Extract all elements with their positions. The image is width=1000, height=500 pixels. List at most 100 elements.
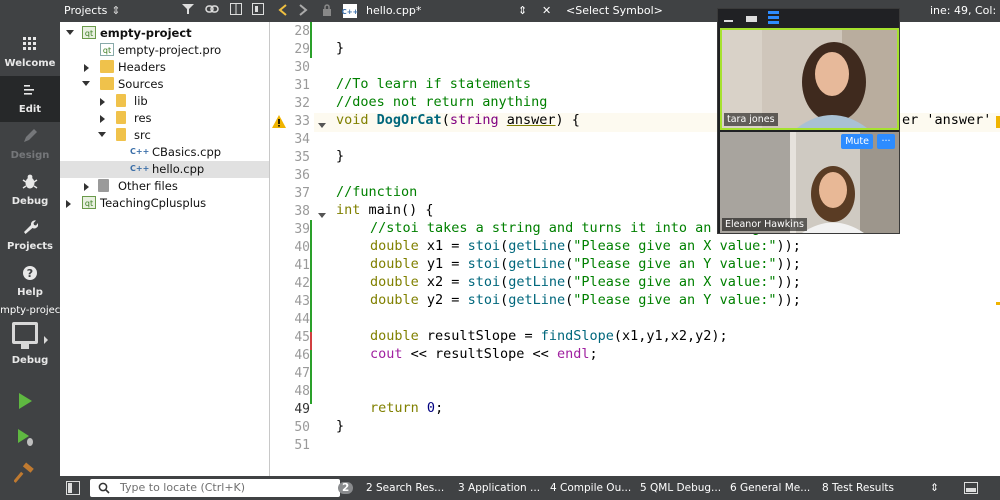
participant-video-1[interactable]: tara jones — [720, 28, 899, 130]
video-call-window[interactable]: tara jones Eleanor Hawkins Mute ··· — [717, 8, 900, 234]
line-number: 28 — [294, 24, 310, 39]
tree-item-hello[interactable]: C++ hello.cpp — [60, 161, 269, 178]
debug-run-button[interactable] — [14, 426, 36, 448]
symbol-selector[interactable]: <Select Symbol> — [566, 4, 663, 17]
punct: ( — [441, 112, 450, 128]
window-mode-icon[interactable] — [746, 13, 758, 27]
cursor-position[interactable]: ine: 49, Col: 14 — [930, 4, 1000, 17]
close-sidebar-icon[interactable] — [250, 3, 266, 19]
mode-help[interactable]: ? Help — [0, 259, 60, 305]
lock-icon[interactable] — [322, 4, 332, 19]
function-name: stoi — [467, 238, 501, 254]
expand-arrow-icon[interactable] — [84, 183, 89, 191]
line-number: 34 — [294, 132, 310, 147]
more-tabs-arrow-icon[interactable]: ⇕ — [930, 482, 939, 494]
code-line-33: void DogOrCat(string answer) { — [336, 112, 580, 128]
tree-label: CBasics.cpp — [152, 145, 222, 159]
expand-arrow-icon[interactable] — [84, 64, 89, 72]
link-icon[interactable] — [204, 3, 220, 19]
code-line-32: //does not return anything — [336, 94, 548, 110]
tree-item-teaching[interactable]: qt TeachingCplusplus — [60, 195, 269, 212]
toggle-sidebar-icon[interactable] — [66, 481, 80, 498]
line-number: 38 — [294, 204, 310, 219]
expand-arrow-icon[interactable] — [66, 30, 74, 35]
tab-application-output[interactable]: 3 Application ... — [458, 482, 540, 494]
fold-arrow-icon[interactable] — [318, 118, 326, 132]
tab-arrows-icon[interactable]: ⇕ — [518, 4, 527, 17]
line-number: 37 — [294, 186, 310, 201]
expand-arrow-icon[interactable] — [66, 200, 71, 208]
mode-debug[interactable]: Debug — [0, 168, 60, 214]
projects-panel-title[interactable]: Projects — [64, 4, 107, 17]
close-tab-icon[interactable]: ✕ — [542, 4, 551, 17]
wrench-icon — [20, 219, 40, 239]
svg-text:?: ? — [27, 267, 33, 280]
tree-item-src[interactable]: src — [60, 127, 269, 144]
tree-label: hello.cpp — [152, 162, 205, 176]
back-arrow-icon[interactable] — [278, 4, 288, 19]
warning-icon[interactable] — [272, 115, 286, 131]
string-literal: "Please give an X value:" — [573, 238, 777, 254]
line-number: 50 — [294, 420, 310, 435]
fold-arrow-icon[interactable] — [318, 208, 326, 222]
other-files-icon — [98, 179, 109, 192]
file-tab-label[interactable]: hello.cpp* — [366, 4, 421, 17]
tab-issues[interactable]: 1 Issues 2 — [292, 482, 354, 494]
code-line-42: double x2 = stoi(getLine("Please give an… — [370, 274, 801, 290]
toggle-output-icon[interactable] — [964, 482, 978, 497]
mode-welcome-label: Welcome — [4, 58, 56, 69]
bug-icon — [20, 174, 40, 194]
hammer-icon — [13, 462, 34, 483]
tree-item-sources[interactable]: Sources — [60, 76, 269, 93]
mode-edit[interactable]: Edit — [0, 76, 60, 122]
tree-label: Headers — [118, 60, 166, 74]
tree-item-pro-file[interactable]: qt empty-project.pro — [60, 42, 269, 59]
minimize-icon[interactable] — [724, 13, 734, 27]
pen-icon — [20, 128, 40, 148]
folder-icon — [116, 128, 126, 141]
tab-qml-debugger[interactable]: 5 QML Debug... — [640, 482, 721, 494]
tab-compile-output[interactable]: 4 Compile Ou... — [550, 482, 631, 494]
tree-item-lib[interactable]: lib — [60, 93, 269, 110]
issues-count-badge: 2 — [338, 482, 354, 494]
tree-item-other-files[interactable]: Other files — [60, 178, 269, 195]
tab-general-messages[interactable]: 6 General Me... — [730, 482, 810, 494]
svg-text:C++: C++ — [342, 8, 358, 16]
punct: ( — [500, 256, 509, 272]
tab-test-results[interactable]: 8 Test Results — [822, 482, 894, 494]
build-button[interactable] — [13, 462, 36, 484]
tree-item-cbasics[interactable]: C++ CBasics.cpp — [60, 144, 269, 161]
keyword: return — [370, 400, 419, 416]
change-marker — [310, 22, 312, 58]
dropdown-arrows-icon[interactable]: ⇕ — [108, 3, 124, 19]
mode-projects[interactable]: Projects — [0, 213, 60, 259]
tree-item-headers[interactable]: Headers — [60, 59, 269, 76]
locator-placeholder: Type to locate (Ctrl+K) — [120, 481, 246, 494]
monitor-icon[interactable] — [12, 322, 38, 349]
tree-item-res[interactable]: res — [60, 110, 269, 127]
tree-item-empty-project[interactable]: qt empty-project — [60, 25, 269, 42]
run-button[interactable] — [14, 390, 36, 412]
filter-icon[interactable] — [180, 3, 196, 19]
scrollbar-warning-mark[interactable] — [996, 116, 1000, 128]
type: int — [336, 202, 361, 218]
more-options-button[interactable]: ··· — [877, 134, 895, 149]
participant-video-2[interactable]: Eleanor Hawkins Mute ··· — [720, 132, 899, 233]
forward-arrow-icon[interactable] — [298, 4, 308, 19]
type: string — [449, 112, 499, 128]
code-line-41: double y1 = stoi(getLine("Please give an… — [370, 256, 801, 272]
tab-search-results[interactable]: 2 Search Res... — [366, 482, 444, 494]
mode-design[interactable]: Design — [0, 122, 60, 168]
expand-arrow-icon[interactable] — [82, 81, 90, 86]
mute-button[interactable]: Mute — [841, 134, 873, 149]
warning-annotation: er 'answer' — [902, 112, 992, 128]
expand-arrow-icon[interactable] — [98, 132, 106, 137]
expand-arrow-icon[interactable] — [100, 98, 105, 106]
mode-welcome[interactable]: Welcome — [0, 30, 60, 76]
scrollbar-warning-mark[interactable] — [996, 302, 1000, 305]
code-line-39: //stoi takes a string and turns it into … — [370, 220, 777, 236]
expand-arrow-icon[interactable] — [100, 115, 105, 123]
gallery-view-icon[interactable] — [768, 11, 780, 28]
kit-selector-arrow-icon[interactable] — [44, 336, 48, 344]
split-icon[interactable] — [228, 3, 244, 19]
